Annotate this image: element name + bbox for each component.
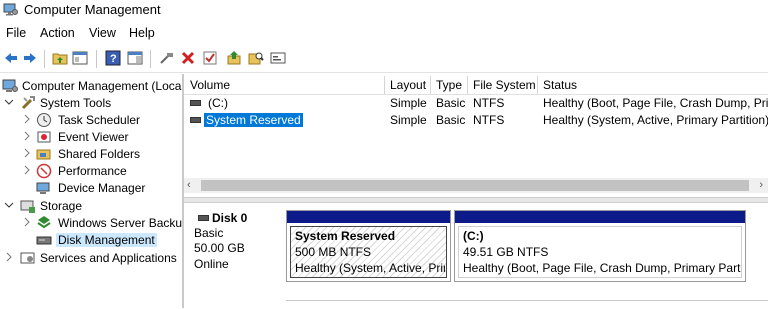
volume-list-header: Volume Layout Type File System Status — [184, 76, 768, 95]
column-type[interactable]: Type — [436, 78, 462, 92]
volume-icon — [190, 117, 201, 123]
partition-body: (C:) 49.51 GB NTFS Healthy (Boot, Page F… — [458, 226, 742, 278]
tools-icon — [20, 95, 36, 111]
help-icon[interactable]: ? — [105, 50, 121, 66]
forward-icon[interactable] — [22, 50, 38, 66]
chevron-down-icon[interactable] — [4, 96, 14, 108]
disk-size: 50.00 GB — [194, 241, 245, 255]
chevron-right-icon[interactable]: › — [759, 179, 763, 191]
menu-bar: File Action View Help — [0, 24, 768, 44]
disk-management-icon — [36, 232, 52, 248]
title-bar: Computer Management — [0, 0, 768, 20]
backup-icon — [36, 215, 52, 231]
column-status[interactable]: Status — [543, 78, 577, 92]
toolbar-separator — [150, 50, 151, 68]
chevron-right-icon[interactable] — [4, 251, 14, 263]
volume-icon — [190, 100, 201, 106]
disk-state: Online — [194, 257, 229, 271]
chevron-right-icon[interactable] — [22, 164, 32, 176]
clock-icon — [36, 112, 52, 128]
services-icon — [20, 250, 36, 266]
menu-help[interactable]: Help — [129, 26, 155, 40]
show-hide-tree-icon[interactable] — [72, 50, 88, 66]
partition-system-reserved[interactable]: System Reserved 500 MB NTFS Healthy (Sys… — [286, 210, 451, 282]
storage-icon — [20, 198, 36, 214]
event-viewer-icon — [36, 129, 52, 145]
navigation-tree: Computer Management (Local System Tools … — [0, 74, 184, 308]
pane-splitter[interactable] — [184, 197, 768, 203]
performance-icon — [36, 163, 52, 179]
properties-pane-icon[interactable] — [127, 50, 143, 66]
chevron-right-icon[interactable] — [22, 130, 32, 142]
disk-icon — [198, 215, 209, 221]
disk-info[interactable]: Disk 0 Basic 50.00 GB Online — [194, 211, 286, 277]
shared-folder-icon — [36, 146, 52, 162]
folder-up-icon[interactable] — [226, 50, 242, 66]
window-title: Computer Management — [24, 2, 161, 17]
back-icon[interactable] — [3, 50, 19, 66]
menu-file[interactable]: File — [6, 26, 26, 40]
partition-bar — [455, 211, 745, 223]
column-layout[interactable]: Layout — [390, 78, 426, 92]
computer-management-icon — [3, 3, 18, 16]
check-icon[interactable] — [202, 50, 218, 66]
chevron-right-icon[interactable] — [22, 147, 32, 159]
chevron-down-icon[interactable] — [4, 199, 14, 211]
device-manager-icon — [36, 180, 52, 196]
console-icon[interactable] — [270, 50, 286, 66]
column-file-system[interactable]: File System — [473, 78, 536, 92]
scrollbar-thumb[interactable] — [201, 180, 749, 191]
svg-text:?: ? — [110, 53, 117, 65]
toolbar-separator — [96, 50, 97, 68]
menu-view[interactable]: View — [89, 26, 116, 40]
toolbar: ? — [0, 46, 768, 73]
table-row[interactable]: (C:) Simple Basic NTFS Healthy (Boot, Pa… — [184, 95, 768, 112]
chevron-left-icon[interactable]: ‹ — [187, 179, 191, 191]
computer-management-icon — [2, 78, 18, 94]
partition-bar — [287, 211, 450, 223]
up-folder-icon[interactable] — [52, 50, 68, 66]
chevron-right-icon[interactable] — [22, 113, 32, 125]
search-folder-icon[interactable] — [248, 50, 264, 66]
column-volume[interactable]: Volume — [190, 78, 230, 92]
partition-body: System Reserved 500 MB NTFS Healthy (Sys… — [290, 226, 447, 278]
disk-kind: Basic — [194, 226, 224, 240]
chevron-right-icon[interactable] — [22, 216, 32, 228]
table-row[interactable]: System Reserved Simple Basic NTFS Health… — [184, 112, 768, 129]
details-pane: Volume Layout Type File System Status (C… — [184, 74, 768, 308]
horizontal-scrollbar[interactable]: ‹ › — [184, 178, 768, 193]
disk-name: Disk 0 — [212, 211, 248, 225]
toolbar-separator — [44, 50, 45, 68]
menu-action[interactable]: Action — [40, 26, 75, 40]
partition-c[interactable]: (C:) 49.51 GB NTFS Healthy (Boot, Page F… — [454, 210, 746, 282]
delete-icon[interactable] — [180, 50, 196, 66]
connect-icon[interactable] — [159, 50, 175, 66]
